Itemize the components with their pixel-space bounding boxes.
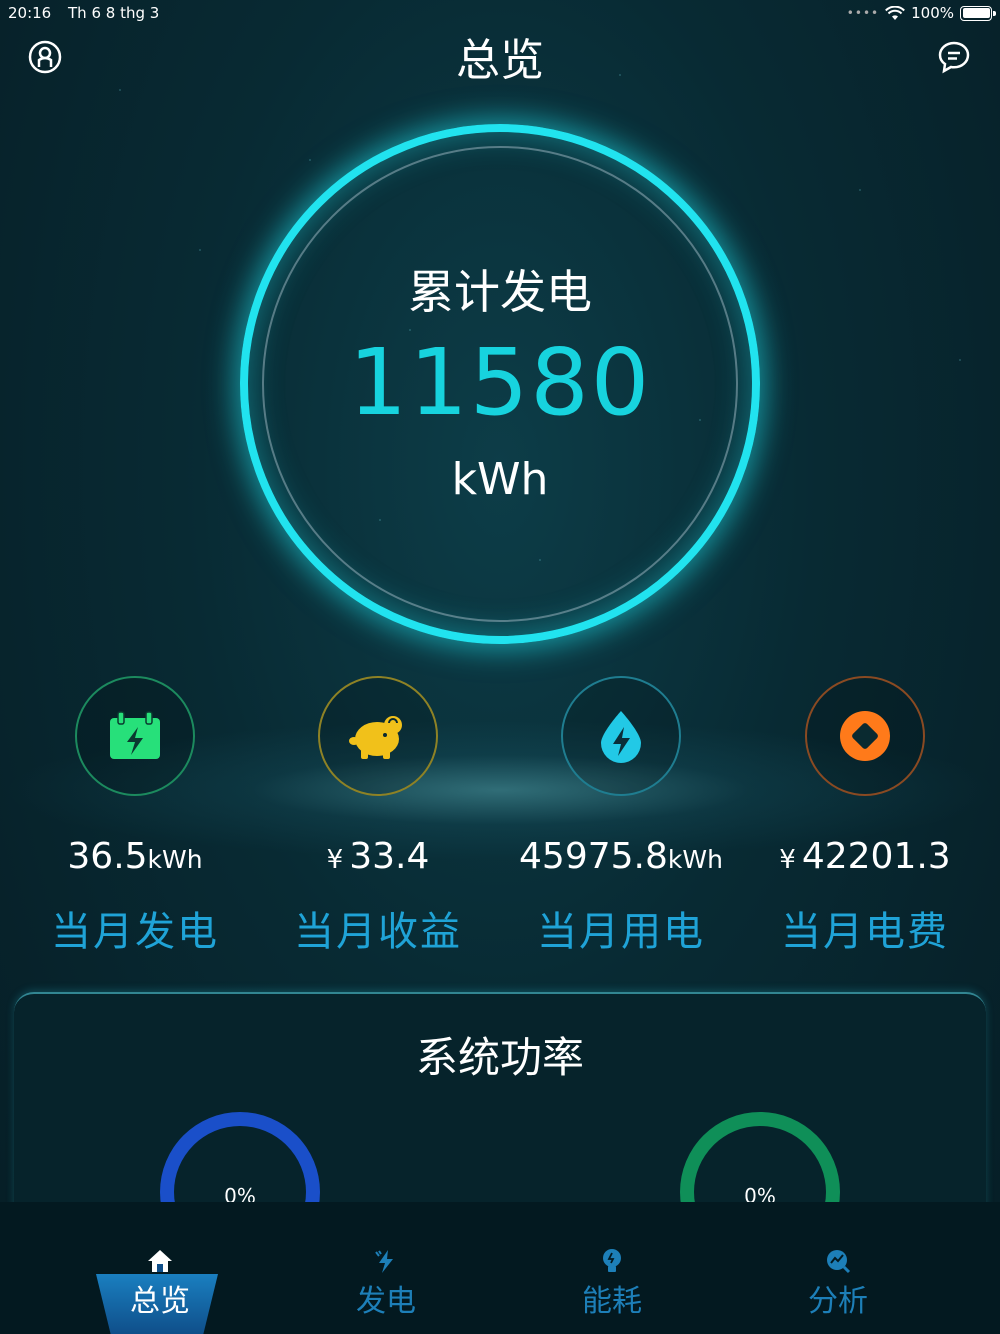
tab-generation[interactable]: 发电 [273,1202,499,1334]
monthly-stats: 36.5kWh 当月发电 ¥33.4 当月收益 45975.8kWh 当月用电 … [0,676,1000,976]
stat-value: 36.5kWh [67,836,203,877]
stat-value: ¥42201.3 [779,836,951,877]
analysis-icon [827,1250,851,1274]
tab-overview[interactable]: 总览 [47,1202,273,1334]
stat-monthly-income[interactable]: ¥33.4 当月收益 [256,676,500,957]
stat-icon-ring [561,676,681,796]
calendar-bolt-icon [110,711,160,759]
bolt-icon [375,1250,393,1273]
stat-monthly-generation[interactable]: 36.5kWh 当月发电 [13,676,257,957]
coin-icon [840,711,890,761]
stat-monthly-consumption[interactable]: 45975.8kWh 当月用电 [499,676,743,957]
header: 总览 [0,20,1000,90]
stat-icon-ring [75,676,195,796]
stat-value: 45975.8kWh [519,836,723,877]
stat-label: 当月用电 [537,909,705,955]
battery-icon [960,5,996,21]
tab-analysis[interactable]: 分析 [725,1202,951,1334]
total-generation-unit: kWh [451,454,549,505]
total-generation-ring: 累计发电 11580 kWh [240,124,760,644]
message-icon [938,41,970,74]
page-title: 总览 [456,35,544,86]
tab-label: 分析 [808,1284,868,1319]
panel-title: 系统功率 [415,1033,584,1082]
signal-dots-icon: •••• [846,6,880,20]
stat-label: 当月发电 [51,909,219,955]
stat-label: 当月收益 [294,909,462,955]
total-generation-value: 11580 [348,329,652,436]
tab-label: 总览 [130,1284,190,1319]
stat-value: ¥33.4 [326,836,430,877]
bulb-icon [603,1249,621,1272]
piggy-bank-icon [349,716,402,759]
power-gauge-right: 0% [680,1112,840,1272]
messages-button[interactable] [937,40,971,74]
tab-label: 能耗 [582,1284,642,1319]
tab-energy-consumption[interactable]: 能耗 [499,1202,725,1334]
home-icon [148,1250,172,1272]
tab-label: 发电 [356,1284,416,1319]
tab-bar: 总览 发电 能耗 分析 [0,1202,1000,1334]
stat-monthly-cost[interactable]: ¥42201.3 当月电费 [743,676,987,957]
total-generation-label: 累计发电 [408,265,592,319]
power-gauge-left: 0% [160,1112,320,1272]
stat-icon-ring [318,676,438,796]
stat-label: 当月电费 [781,909,949,955]
water-bolt-icon [601,711,641,763]
wifi-icon [885,5,906,20]
stat-icon-ring [805,676,925,796]
